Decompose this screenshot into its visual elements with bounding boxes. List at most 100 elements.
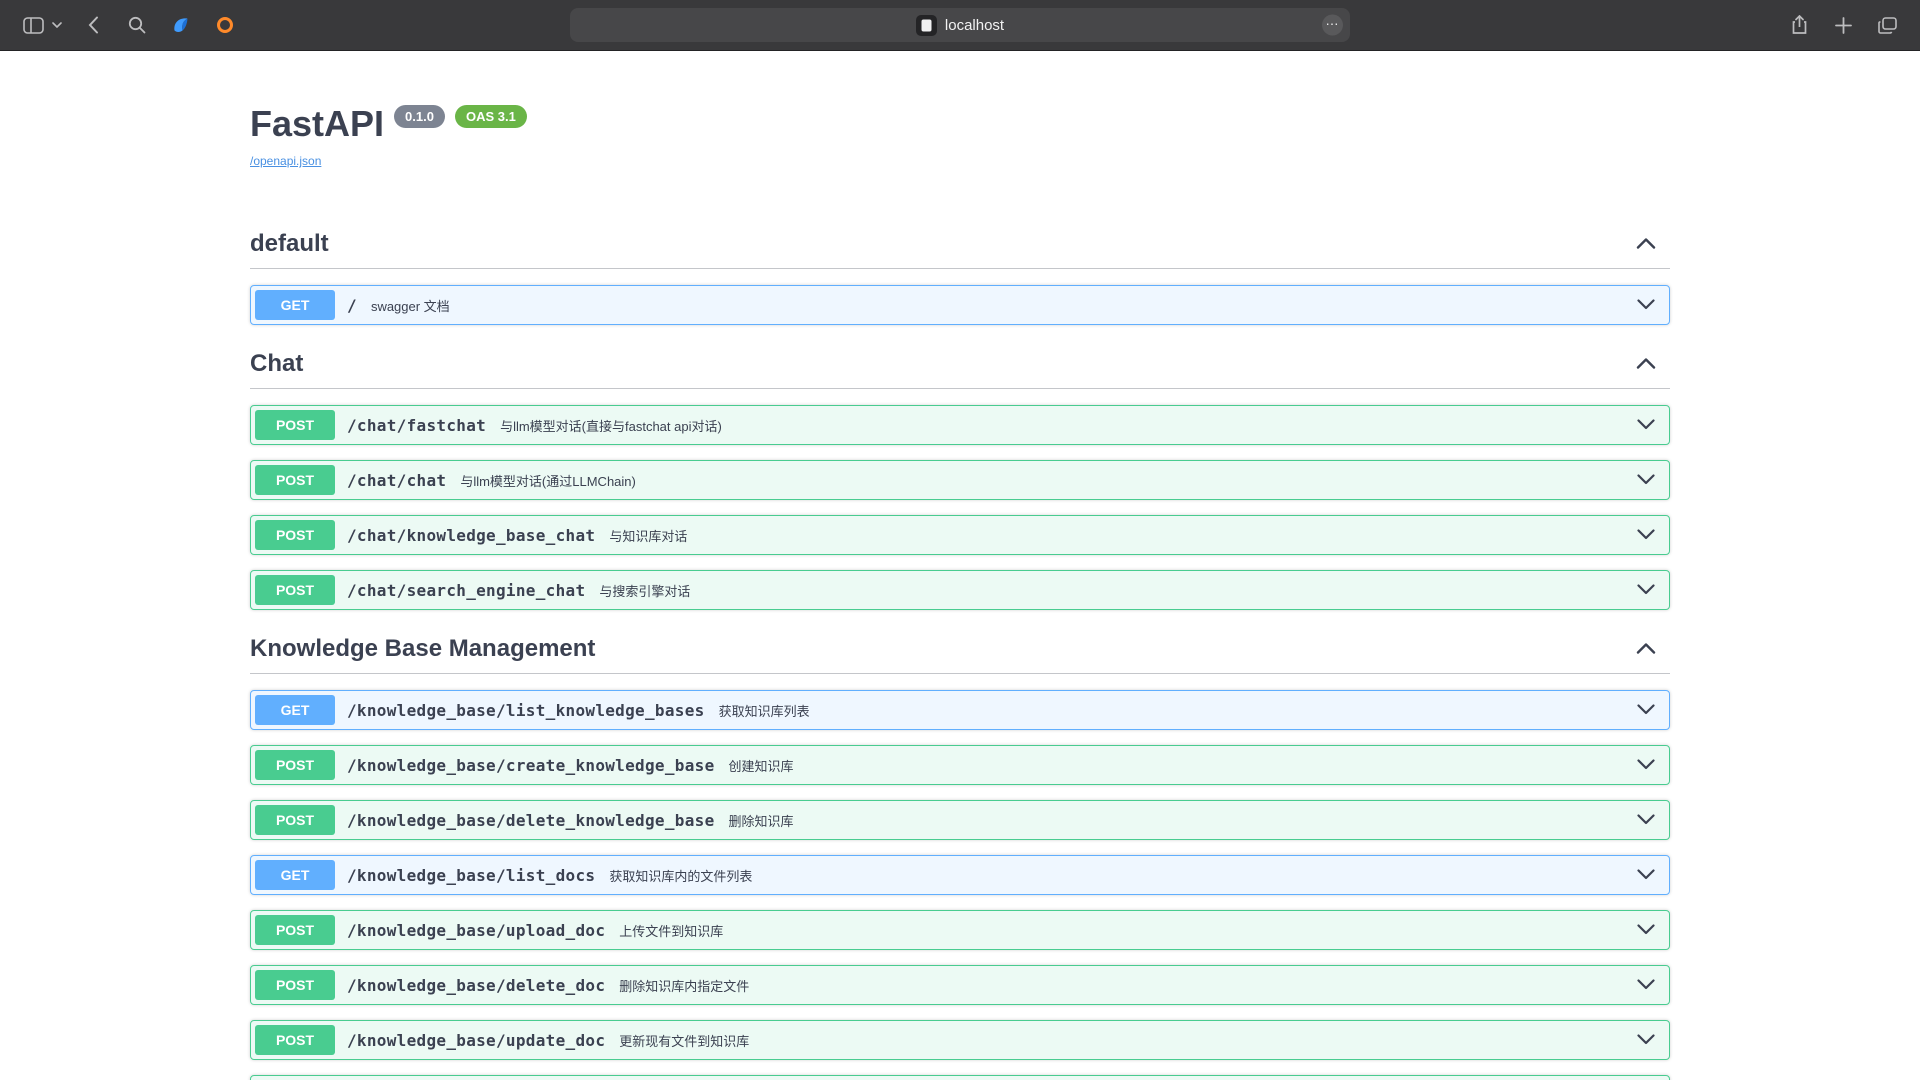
operation-row[interactable]: POST /knowledge_base/delete_doc 删除知识库内指定… xyxy=(250,965,1670,1005)
api-section: Chat POST /chat/fastchat 与llm模型对话(直接与fas… xyxy=(250,340,1670,610)
section-operations: GET /knowledge_base/list_knowledge_bases… xyxy=(250,690,1670,1080)
toolbar-right-group xyxy=(1784,10,1902,40)
http-method-badge: POST xyxy=(255,1025,335,1055)
expand-operation-button[interactable] xyxy=(1633,754,1659,777)
extension-blue-icon xyxy=(170,14,192,36)
chevron-down-icon xyxy=(1637,419,1655,430)
share-button[interactable] xyxy=(1784,10,1814,40)
expand-operation-button[interactable] xyxy=(1633,1029,1659,1052)
operation-path: /knowledge_base/create_knowledge_base xyxy=(347,756,715,775)
search-button[interactable] xyxy=(122,10,152,40)
site-badge-icon xyxy=(916,15,937,36)
url-text: localhost xyxy=(945,17,1004,34)
section-operations: GET / swagger 文档 xyxy=(250,285,1670,325)
chevron-down-icon xyxy=(1637,924,1655,935)
chevron-down-icon xyxy=(1637,814,1655,825)
tab-overview-icon xyxy=(1878,17,1897,34)
chevron-down-icon xyxy=(1637,759,1655,770)
operation-row[interactable]: GET /knowledge_base/list_knowledge_bases… xyxy=(250,690,1670,730)
back-button[interactable] xyxy=(78,10,108,40)
operation-summary: 与知识库对话 xyxy=(609,526,687,545)
expand-operation-button[interactable] xyxy=(1633,699,1659,722)
collapse-section-button[interactable] xyxy=(1634,235,1658,254)
section-title: Chat xyxy=(250,350,303,378)
section-title: Knowledge Base Management xyxy=(250,635,595,663)
section-header[interactable]: Knowledge Base Management xyxy=(250,625,1670,674)
operation-row[interactable]: POST /chat/search_engine_chat 与搜索引擎对话 xyxy=(250,570,1670,610)
chevron-up-icon xyxy=(1636,642,1656,654)
http-method-badge: POST xyxy=(255,970,335,1000)
operation-row[interactable]: GET /knowledge_base/list_docs 获取知识库内的文件列… xyxy=(250,855,1670,895)
chevron-down-icon xyxy=(1637,979,1655,990)
operation-row[interactable]: POST /knowledge_base/upload_doc 上传文件到知识库 xyxy=(250,910,1670,950)
operation-row[interactable]: POST /knowledge_base/delete_knowledge_ba… xyxy=(250,800,1670,840)
chevron-down-icon xyxy=(1637,299,1655,310)
operation-path: / xyxy=(347,296,357,315)
version-badge: 0.1.0 xyxy=(394,105,445,128)
http-method-badge: POST xyxy=(255,805,335,835)
address-bar[interactable]: localhost ⋯ xyxy=(570,8,1350,42)
chevron-down-icon xyxy=(1637,584,1655,595)
expand-operation-button[interactable] xyxy=(1633,414,1659,437)
expand-operation-button[interactable] xyxy=(1633,919,1659,942)
operation-path: /chat/fastchat xyxy=(347,416,486,435)
browser-toolbar: localhost ⋯ xyxy=(0,0,1920,51)
operation-row[interactable]: POST /knowledge_base/recreate_vector_sto… xyxy=(250,1075,1670,1080)
sidebar-icon xyxy=(23,17,44,34)
share-icon xyxy=(1791,15,1808,35)
expand-operation-button[interactable] xyxy=(1633,469,1659,492)
operation-summary: 更新现有文件到知识库 xyxy=(619,1031,749,1050)
expand-operation-button[interactable] xyxy=(1633,864,1659,887)
http-method-badge: GET xyxy=(255,290,335,320)
chevron-down-icon xyxy=(1637,704,1655,715)
tab-overview-button[interactable] xyxy=(1872,10,1902,40)
page-menu-icon[interactable]: ⋯ xyxy=(1322,15,1343,36)
openapi-spec-link[interactable]: /openapi.json xyxy=(250,154,321,168)
api-section: default GET / swagger 文档 xyxy=(250,220,1670,325)
operation-summary: 获取知识库内的文件列表 xyxy=(609,866,752,885)
operation-path: /chat/search_engine_chat xyxy=(347,581,585,600)
operation-row[interactable]: POST /chat/chat 与llm模型对话(通过LLMChain) xyxy=(250,460,1670,500)
expand-operation-button[interactable] xyxy=(1633,524,1659,547)
operation-summary: 与llm模型对话(直接与fastchat api对话) xyxy=(500,416,722,435)
chevron-left-icon xyxy=(88,16,99,34)
expand-operation-button[interactable] xyxy=(1633,579,1659,602)
search-icon xyxy=(128,16,146,34)
chevron-up-icon xyxy=(1636,237,1656,249)
extension-orange-icon xyxy=(217,17,233,33)
section-header[interactable]: default xyxy=(250,220,1670,269)
operation-row[interactable]: POST /knowledge_base/create_knowledge_ba… xyxy=(250,745,1670,785)
expand-operation-button[interactable] xyxy=(1633,294,1659,317)
section-header[interactable]: Chat xyxy=(250,340,1670,389)
operation-summary: 与llm模型对话(通过LLMChain) xyxy=(460,471,636,490)
expand-operation-button[interactable] xyxy=(1633,809,1659,832)
operation-summary: 创建知识库 xyxy=(729,756,794,775)
operation-path: /knowledge_base/delete_knowledge_base xyxy=(347,811,715,830)
chevron-down-icon xyxy=(1637,474,1655,485)
operation-row[interactable]: POST /chat/fastchat 与llm模型对话(直接与fastchat… xyxy=(250,405,1670,445)
extension-button-orange[interactable] xyxy=(210,10,240,40)
http-method-badge: POST xyxy=(255,750,335,780)
new-tab-button[interactable] xyxy=(1828,10,1858,40)
section-operations: POST /chat/fastchat 与llm模型对话(直接与fastchat… xyxy=(250,405,1670,610)
chevron-down-icon xyxy=(1637,1034,1655,1045)
collapse-section-button[interactable] xyxy=(1634,640,1658,659)
extension-button-blue[interactable] xyxy=(166,10,196,40)
toolbar-left-group xyxy=(18,10,240,40)
oas-badge: OAS 3.1 xyxy=(455,105,527,128)
collapse-section-button[interactable] xyxy=(1634,355,1658,374)
operation-row[interactable]: POST /knowledge_base/update_doc 更新现有文件到知… xyxy=(250,1020,1670,1060)
operation-path: /knowledge_base/update_doc xyxy=(347,1031,605,1050)
operation-row[interactable]: GET / swagger 文档 xyxy=(250,285,1670,325)
expand-operation-button[interactable] xyxy=(1633,974,1659,997)
http-method-badge: POST xyxy=(255,410,335,440)
sidebar-toggle-button[interactable] xyxy=(18,10,48,40)
chevron-down-icon xyxy=(1637,869,1655,880)
sidebar-menu-button[interactable] xyxy=(50,10,64,40)
operation-path: /knowledge_base/upload_doc xyxy=(347,921,605,940)
operation-row[interactable]: POST /chat/knowledge_base_chat 与知识库对话 xyxy=(250,515,1670,555)
operation-summary: 删除知识库 xyxy=(729,811,794,830)
operation-path: /knowledge_base/list_docs xyxy=(347,866,595,885)
operation-summary: 上传文件到知识库 xyxy=(619,921,723,940)
api-info: FastAPI 0.1.0 OAS 3.1 /openapi.json xyxy=(250,51,1670,170)
